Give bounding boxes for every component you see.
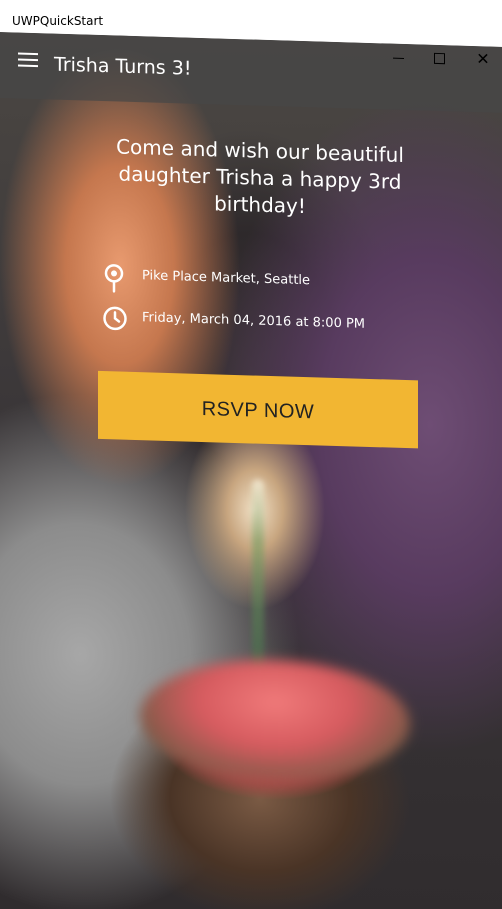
clock-icon bbox=[103, 306, 127, 331]
hamburger-menu-icon[interactable] bbox=[18, 52, 38, 70]
app-content: Trisha Turns 3! ✕ Come and wish our beau… bbox=[0, 32, 502, 909]
candle-blur bbox=[252, 479, 264, 680]
app-window: UWPQuickStart Trisha Turns 3! ✕ Come and… bbox=[0, 0, 502, 909]
cupcake-blur bbox=[140, 656, 410, 785]
event-message: Come and wish our beautiful daughter Tri… bbox=[116, 134, 404, 219]
minimize-icon[interactable] bbox=[392, 50, 406, 64]
window-titlebar: UWPQuickStart bbox=[0, 0, 502, 32]
page-title: Trisha Turns 3! bbox=[54, 53, 192, 80]
map-pin-icon bbox=[104, 264, 124, 293]
close-icon[interactable]: ✕ bbox=[476, 49, 490, 68]
maximize-icon[interactable] bbox=[433, 51, 447, 65]
window-title: UWPQuickStart bbox=[12, 14, 104, 28]
window-controls: ✕ bbox=[352, 38, 502, 74]
rsvp-button[interactable]: RSVP NOW bbox=[98, 370, 418, 449]
